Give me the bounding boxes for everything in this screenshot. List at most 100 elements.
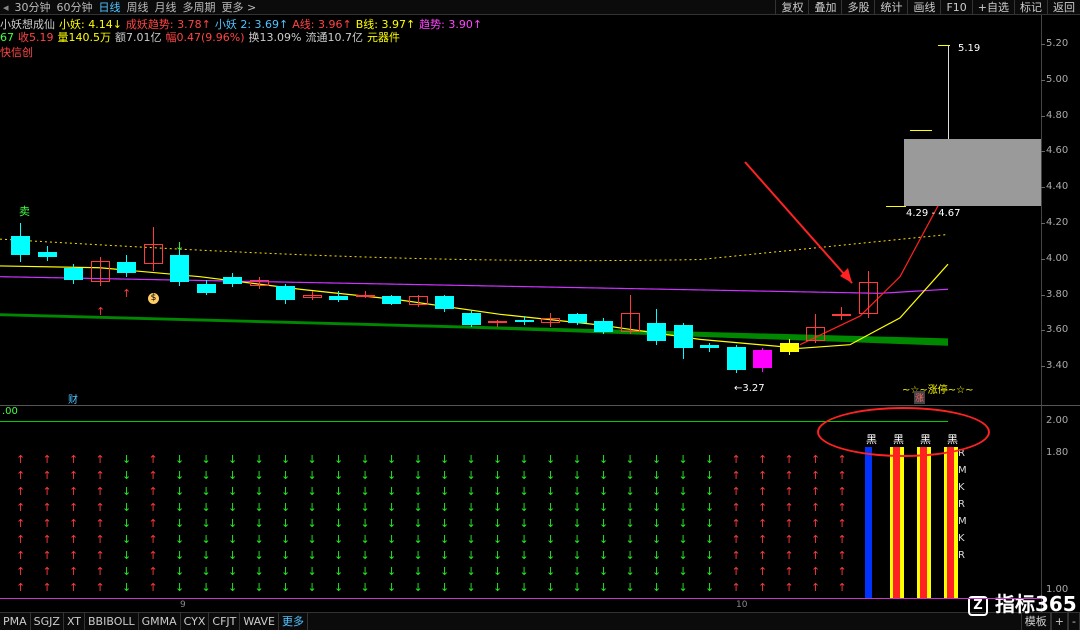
down-arrow-icon: ↓ xyxy=(254,533,264,546)
up-arrow-icon: ↑ xyxy=(837,469,847,482)
candle[interactable] xyxy=(541,317,560,324)
side-letter: M xyxy=(958,465,967,476)
candle[interactable] xyxy=(435,296,454,309)
up-arrow-icon: ↑ xyxy=(42,533,52,546)
side-letter: M xyxy=(958,516,967,527)
indicator-tab-7[interactable]: WAVE xyxy=(240,612,279,630)
indicator-tab-8[interactable]: 更多 xyxy=(279,612,308,630)
candle[interactable] xyxy=(594,321,613,333)
up-arrow-icon: ↑ xyxy=(811,517,821,530)
down-arrow-icon: ↓ xyxy=(440,453,450,466)
candle[interactable] xyxy=(91,260,110,283)
up-arrow-icon: ↑ xyxy=(69,485,79,498)
candle[interactable] xyxy=(276,285,295,300)
candle[interactable] xyxy=(250,280,269,286)
down-arrow-icon: ↓ xyxy=(519,469,529,482)
candle[interactable] xyxy=(144,244,163,265)
up-arrow-icon: ↑ xyxy=(837,533,847,546)
candle[interactable] xyxy=(462,312,481,326)
down-arrow-icon: ↓ xyxy=(307,533,317,546)
indicator-tab-6[interactable]: CFJT xyxy=(209,612,241,630)
up-arrow-icon: ↑ xyxy=(784,565,794,578)
down-arrow-icon: ↓ xyxy=(652,565,662,578)
indicator-tab-1[interactable]: SGJZ xyxy=(31,612,64,630)
candle[interactable] xyxy=(568,314,587,324)
indicator-tab-3[interactable]: BBIBOLL xyxy=(85,612,139,630)
down-arrow-icon: ↓ xyxy=(440,549,450,562)
main-chart-lines xyxy=(0,161,949,349)
down-arrow-icon: ↓ xyxy=(307,501,317,514)
down-arrow-icon: ↓ xyxy=(175,549,185,562)
up-arrow-icon: ↑ xyxy=(811,581,821,594)
candle[interactable] xyxy=(11,235,30,256)
y-axis-tick: 4.80 xyxy=(1046,109,1069,121)
candle[interactable] xyxy=(382,296,401,304)
candle[interactable] xyxy=(515,319,534,322)
indicator-tab-2[interactable]: XT xyxy=(64,612,86,630)
up-arrow-icon: ↑ xyxy=(42,517,52,530)
down-arrow-icon: ↓ xyxy=(652,581,662,594)
candle[interactable] xyxy=(621,312,640,333)
candle[interactable] xyxy=(409,296,428,306)
candle[interactable] xyxy=(859,282,878,315)
candle[interactable] xyxy=(700,344,719,349)
up-arrow-icon: ↑ xyxy=(95,565,105,578)
down-arrow-icon: ↓ xyxy=(466,485,476,498)
down-arrow-icon: ↓ xyxy=(307,565,317,578)
candle[interactable] xyxy=(647,323,666,342)
signal-bar-red xyxy=(947,447,954,598)
candle[interactable] xyxy=(170,255,189,283)
up-arrow-icon: ↑ xyxy=(784,517,794,530)
x-axis-label: 10 xyxy=(736,600,748,610)
candle[interactable] xyxy=(488,321,507,324)
sub-bottom-line xyxy=(0,598,1041,599)
y-axis-line xyxy=(1041,15,1042,612)
candle[interactable] xyxy=(753,350,772,368)
bottom-tabs-bar: PMA SGJZ XT BBIBOLL GMMA CYX CFJT WAVE 更多 模板 + - xyxy=(0,612,1080,630)
toolbar-button-8[interactable]: 返回 xyxy=(1047,0,1080,15)
candle[interactable] xyxy=(329,296,348,300)
candle[interactable] xyxy=(832,314,851,317)
up-arrow-icon: ↑ xyxy=(16,517,26,530)
down-arrow-icon: ↓ xyxy=(175,501,185,514)
down-arrow-icon: ↓ xyxy=(705,565,715,578)
down-arrow-icon: ↓ xyxy=(519,517,529,530)
down-arrow-icon: ↓ xyxy=(175,453,185,466)
y-axis-tick-mark xyxy=(1041,366,1045,368)
candle[interactable] xyxy=(780,342,799,352)
down-arrow-icon: ↓ xyxy=(281,581,291,594)
candle[interactable] xyxy=(223,276,242,284)
down-arrow-icon: ↓ xyxy=(201,501,211,514)
down-arrow-icon: ↓ xyxy=(599,469,609,482)
candle[interactable] xyxy=(64,267,83,281)
y-axis-tick: 3.60 xyxy=(1046,324,1069,336)
indicator-tab-4[interactable]: GMMA xyxy=(139,612,181,630)
up-arrow-icon: ↑ xyxy=(784,501,794,514)
down-arrow-icon: ↓ xyxy=(281,453,291,466)
down-arrow-icon: ↓ xyxy=(228,581,238,594)
candle[interactable] xyxy=(38,251,57,257)
up-arrow-icon: ↑ xyxy=(731,453,741,466)
down-arrow-icon: ↓ xyxy=(705,485,715,498)
down-arrow-icon: ↓ xyxy=(493,565,503,578)
down-arrow-icon: ↓ xyxy=(228,469,238,482)
target-range-box xyxy=(904,139,1041,206)
down-arrow-icon: ↓ xyxy=(546,565,556,578)
down-arrow-icon: ↓ xyxy=(625,453,635,466)
up-arrow-icon: ↑ xyxy=(811,469,821,482)
candle[interactable] xyxy=(727,346,746,370)
up-arrow-icon: ↑ xyxy=(758,485,768,498)
candle[interactable] xyxy=(806,326,825,342)
candle[interactable] xyxy=(356,294,375,297)
down-arrow-icon: ↓ xyxy=(652,533,662,546)
candle[interactable] xyxy=(674,325,693,349)
candle[interactable] xyxy=(197,283,216,293)
down-arrow-icon: ↓ xyxy=(201,581,211,594)
candle[interactable] xyxy=(303,294,322,299)
indicator-tab-5[interactable]: CYX xyxy=(181,612,210,630)
candle[interactable] xyxy=(117,262,136,274)
up-arrow-icon: ↑ xyxy=(758,517,768,530)
down-arrow-icon: ↓ xyxy=(705,581,715,594)
up-arrow-icon: ↑ xyxy=(16,453,26,466)
indicator-tab-0[interactable]: PMA xyxy=(0,612,31,630)
